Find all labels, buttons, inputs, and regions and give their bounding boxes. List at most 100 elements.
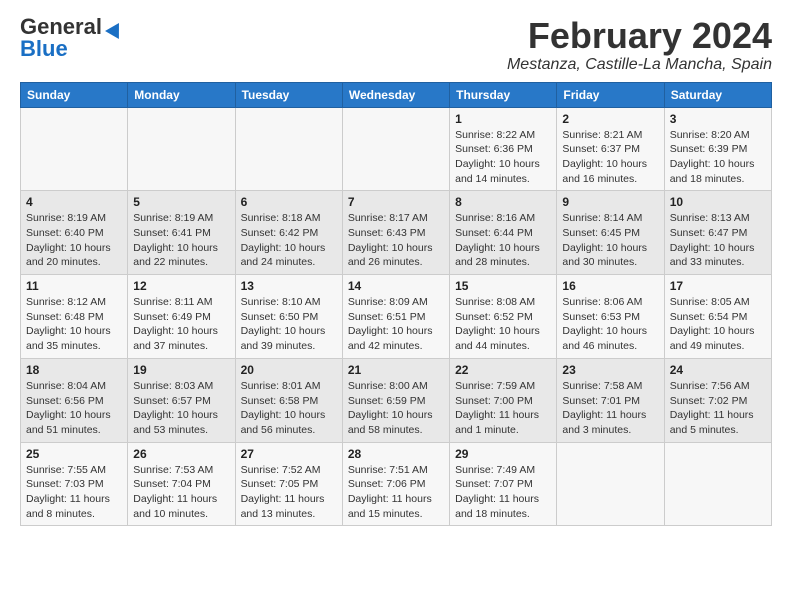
weekday-header-row: SundayMondayTuesdayWednesdayThursdayFrid… <box>21 82 772 107</box>
calendar-cell: 29 Sunrise: 7:49 AMSunset: 7:07 PMDayligh… <box>450 442 557 526</box>
calendar-cell: 15 Sunrise: 8:08 AMSunset: 6:52 PMDayligh… <box>450 275 557 359</box>
day-number: 3 <box>670 112 766 126</box>
calendar-header: SundayMondayTuesdayWednesdayThursdayFrid… <box>21 82 772 107</box>
day-info: Sunrise: 8:06 AMSunset: 6:53 PMDaylight:… <box>562 295 658 354</box>
day-number: 1 <box>455 112 551 126</box>
day-number: 5 <box>133 195 229 209</box>
weekday-header-friday: Friday <box>557 82 664 107</box>
calendar-cell: 12 Sunrise: 8:11 AMSunset: 6:49 PMDayligh… <box>128 275 235 359</box>
day-number: 4 <box>26 195 122 209</box>
weekday-header-tuesday: Tuesday <box>235 82 342 107</box>
calendar-cell: 5 Sunrise: 8:19 AMSunset: 6:41 PMDaylight… <box>128 191 235 275</box>
calendar-cell <box>557 442 664 526</box>
day-info: Sunrise: 8:19 AMSunset: 6:41 PMDaylight:… <box>133 211 229 270</box>
calendar-table: SundayMondayTuesdayWednesdayThursdayFrid… <box>20 82 772 527</box>
day-info: Sunrise: 8:05 AMSunset: 6:54 PMDaylight:… <box>670 295 766 354</box>
calendar-cell: 4Sunrise: 8:19 AMSunset: 6:40 PMDaylight… <box>21 191 128 275</box>
day-number: 13 <box>241 279 337 293</box>
day-info: Sunrise: 8:18 AMSunset: 6:42 PMDaylight:… <box>241 211 337 270</box>
header: General Blue February 2024 Mestanza, Cas… <box>20 16 772 74</box>
day-number: 8 <box>455 195 551 209</box>
calendar-week-row: 11 Sunrise: 8:12 AMSunset: 6:48 PMDayligh… <box>21 275 772 359</box>
month-title: February 2024 <box>507 16 772 56</box>
day-number: 7 <box>348 195 444 209</box>
calendar-cell: 2 Sunrise: 8:21 AMSunset: 6:37 PMDaylight… <box>557 107 664 191</box>
calendar-cell <box>128 107 235 191</box>
day-number: 9 <box>562 195 658 209</box>
day-number: 29 <box>455 447 551 461</box>
day-info: Sunrise: 8:22 AMSunset: 6:36 PMDaylight:… <box>455 128 551 187</box>
day-info: Sunrise: 8:16 AMSunset: 6:44 PMDaylight:… <box>455 211 551 270</box>
calendar-cell: 28Sunrise: 7:51 AMSunset: 7:06 PMDayligh… <box>342 442 449 526</box>
day-info: Sunrise: 8:01 AMSunset: 6:58 PMDaylight:… <box>241 379 337 438</box>
day-info: Sunrise: 7:52 AMSunset: 7:05 PMDaylight:… <box>241 463 337 522</box>
calendar-cell <box>342 107 449 191</box>
day-info: Sunrise: 8:00 AMSunset: 6:59 PMDaylight:… <box>348 379 444 438</box>
calendar-cell: 10 Sunrise: 8:13 AMSunset: 6:47 PMDayligh… <box>664 191 771 275</box>
day-info: Sunrise: 7:56 AMSunset: 7:02 PMDaylight:… <box>670 379 766 438</box>
calendar-cell: 17 Sunrise: 8:05 AMSunset: 6:54 PMDayligh… <box>664 275 771 359</box>
day-number: 2 <box>562 112 658 126</box>
day-number: 10 <box>670 195 766 209</box>
weekday-header-thursday: Thursday <box>450 82 557 107</box>
calendar-cell: 18Sunrise: 8:04 AMSunset: 6:56 PMDayligh… <box>21 358 128 442</box>
logo-blue-text: Blue <box>20 38 68 60</box>
calendar-cell: 23 Sunrise: 7:58 AMSunset: 7:01 PMDayligh… <box>557 358 664 442</box>
calendar-cell: 26 Sunrise: 7:53 AMSunset: 7:04 PMDayligh… <box>128 442 235 526</box>
calendar-week-row: 18Sunrise: 8:04 AMSunset: 6:56 PMDayligh… <box>21 358 772 442</box>
day-number: 16 <box>562 279 658 293</box>
calendar-cell: 19 Sunrise: 8:03 AMSunset: 6:57 PMDayligh… <box>128 358 235 442</box>
day-number: 22 <box>455 363 551 377</box>
calendar-cell <box>235 107 342 191</box>
day-info: Sunrise: 7:49 AMSunset: 7:07 PMDaylight:… <box>455 463 551 522</box>
day-info: Sunrise: 7:53 AMSunset: 7:04 PMDaylight:… <box>133 463 229 522</box>
day-info: Sunrise: 8:13 AMSunset: 6:47 PMDaylight:… <box>670 211 766 270</box>
calendar-cell: 13 Sunrise: 8:10 AMSunset: 6:50 PMDayligh… <box>235 275 342 359</box>
day-info: Sunrise: 7:58 AMSunset: 7:01 PMDaylight:… <box>562 379 658 438</box>
calendar-week-row: 4Sunrise: 8:19 AMSunset: 6:40 PMDaylight… <box>21 191 772 275</box>
calendar-cell: 16 Sunrise: 8:06 AMSunset: 6:53 PMDayligh… <box>557 275 664 359</box>
calendar-cell <box>664 442 771 526</box>
calendar-body: 1 Sunrise: 8:22 AMSunset: 6:36 PMDaylight… <box>21 107 772 526</box>
calendar-cell <box>21 107 128 191</box>
calendar-cell: 8 Sunrise: 8:16 AMSunset: 6:44 PMDaylight… <box>450 191 557 275</box>
day-number: 23 <box>562 363 658 377</box>
day-number: 17 <box>670 279 766 293</box>
weekday-header-wednesday: Wednesday <box>342 82 449 107</box>
day-info: Sunrise: 7:59 AMSunset: 7:00 PMDaylight:… <box>455 379 551 438</box>
calendar-cell: 11 Sunrise: 8:12 AMSunset: 6:48 PMDayligh… <box>21 275 128 359</box>
weekday-header-monday: Monday <box>128 82 235 107</box>
calendar-cell: 14 Sunrise: 8:09 AMSunset: 6:51 PMDayligh… <box>342 275 449 359</box>
day-info: Sunrise: 8:11 AMSunset: 6:49 PMDaylight:… <box>133 295 229 354</box>
calendar-cell: 9 Sunrise: 8:14 AMSunset: 6:45 PMDaylight… <box>557 191 664 275</box>
location-title: Mestanza, Castille-La Mancha, Spain <box>507 56 772 74</box>
day-info: Sunrise: 8:08 AMSunset: 6:52 PMDaylight:… <box>455 295 551 354</box>
logo-general-text: General <box>20 16 102 38</box>
calendar-cell: 1 Sunrise: 8:22 AMSunset: 6:36 PMDaylight… <box>450 107 557 191</box>
day-info: Sunrise: 7:51 AMSunset: 7:06 PMDaylight:… <box>348 463 444 522</box>
day-number: 14 <box>348 279 444 293</box>
calendar-week-row: 25Sunrise: 7:55 AMSunset: 7:03 PMDayligh… <box>21 442 772 526</box>
calendar-cell: 21Sunrise: 8:00 AMSunset: 6:59 PMDayligh… <box>342 358 449 442</box>
day-info: Sunrise: 8:03 AMSunset: 6:57 PMDaylight:… <box>133 379 229 438</box>
day-info: Sunrise: 8:09 AMSunset: 6:51 PMDaylight:… <box>348 295 444 354</box>
day-info: Sunrise: 8:10 AMSunset: 6:50 PMDaylight:… <box>241 295 337 354</box>
day-number: 25 <box>26 447 122 461</box>
calendar-cell: 3Sunrise: 8:20 AMSunset: 6:39 PMDaylight… <box>664 107 771 191</box>
logo: General Blue <box>20 16 120 60</box>
title-area: February 2024 Mestanza, Castille-La Manc… <box>507 16 772 74</box>
day-number: 19 <box>133 363 229 377</box>
day-info: Sunrise: 8:21 AMSunset: 6:37 PMDaylight:… <box>562 128 658 187</box>
day-info: Sunrise: 8:04 AMSunset: 6:56 PMDaylight:… <box>26 379 122 438</box>
day-number: 20 <box>241 363 337 377</box>
day-number: 11 <box>26 279 122 293</box>
calendar-cell: 27 Sunrise: 7:52 AMSunset: 7:05 PMDayligh… <box>235 442 342 526</box>
day-number: 15 <box>455 279 551 293</box>
day-number: 12 <box>133 279 229 293</box>
day-number: 26 <box>133 447 229 461</box>
calendar-cell: 24Sunrise: 7:56 AMSunset: 7:02 PMDayligh… <box>664 358 771 442</box>
day-number: 27 <box>241 447 337 461</box>
calendar-cell: 22 Sunrise: 7:59 AMSunset: 7:00 PMDayligh… <box>450 358 557 442</box>
day-info: Sunrise: 8:14 AMSunset: 6:45 PMDaylight:… <box>562 211 658 270</box>
day-info: Sunrise: 8:12 AMSunset: 6:48 PMDaylight:… <box>26 295 122 354</box>
